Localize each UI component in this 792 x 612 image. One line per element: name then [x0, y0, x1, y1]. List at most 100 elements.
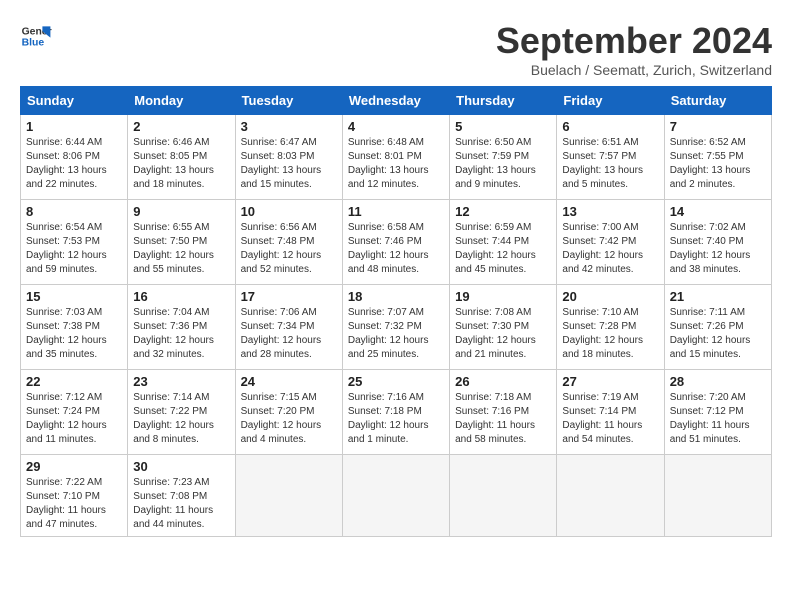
calendar-cell: 26 Sunrise: 7:18 AM Sunset: 7:16 PM Dayli… — [450, 370, 557, 455]
calendar-cell — [235, 455, 342, 537]
calendar-cell — [450, 455, 557, 537]
title-block: September 2024 Buelach / Seematt, Zurich… — [496, 20, 772, 78]
day-number: 1 — [26, 119, 122, 134]
day-number: 19 — [455, 289, 551, 304]
week-row-4: 22 Sunrise: 7:12 AM Sunset: 7:24 PM Dayli… — [21, 370, 772, 455]
day-info: Sunrise: 6:47 AM Sunset: 8:03 PM Dayligh… — [241, 136, 337, 192]
calendar-cell: 18 Sunrise: 7:07 AM Sunset: 7:32 PM Dayli… — [342, 285, 449, 370]
day-number: 8 — [26, 204, 122, 219]
calendar-cell: 30 Sunrise: 7:23 AM Sunset: 7:08 PM Dayli… — [128, 455, 235, 537]
calendar-cell: 5Sunrise: 6:50 AM Sunset: 7:59 PM Daylig… — [450, 115, 557, 200]
calendar-cell: 7Sunrise: 6:52 AM Sunset: 7:55 PM Daylig… — [664, 115, 771, 200]
day-number: 25 — [348, 374, 444, 389]
day-number: 27 — [562, 374, 658, 389]
calendar-cell: 11 Sunrise: 6:58 AM Sunset: 7:46 PM Dayli… — [342, 200, 449, 285]
day-number: 12 — [455, 204, 551, 219]
calendar-table: SundayMondayTuesdayWednesdayThursdayFrid… — [20, 86, 772, 537]
weekday-header-row: SundayMondayTuesdayWednesdayThursdayFrid… — [21, 87, 772, 115]
day-info: Sunrise: 7:00 AM Sunset: 7:42 PM Dayligh… — [562, 221, 658, 277]
svg-text:Blue: Blue — [22, 38, 45, 49]
day-info: Sunrise: 6:52 AM Sunset: 7:55 PM Dayligh… — [670, 136, 766, 192]
day-number: 4 — [348, 119, 444, 134]
day-number: 10 — [241, 204, 337, 219]
month-title: September 2024 — [496, 20, 772, 62]
weekday-header-friday: Friday — [557, 87, 664, 115]
day-number: 28 — [670, 374, 766, 389]
calendar-cell — [664, 455, 771, 537]
day-info: Sunrise: 7:16 AM Sunset: 7:18 PM Dayligh… — [348, 391, 444, 447]
day-info: Sunrise: 6:54 AM Sunset: 7:53 PM Dayligh… — [26, 221, 122, 277]
day-number: 18 — [348, 289, 444, 304]
day-number: 2 — [133, 119, 229, 134]
day-info: Sunrise: 6:48 AM Sunset: 8:01 PM Dayligh… — [348, 136, 444, 192]
day-info: Sunrise: 7:20 AM Sunset: 7:12 PM Dayligh… — [670, 391, 766, 447]
calendar-cell: 19 Sunrise: 7:08 AM Sunset: 7:30 PM Dayli… — [450, 285, 557, 370]
calendar-cell: 6Sunrise: 6:51 AM Sunset: 7:57 PM Daylig… — [557, 115, 664, 200]
calendar-cell: 2 Sunrise: 6:46 AM Sunset: 8:05 PM Daylig… — [128, 115, 235, 200]
day-number: 13 — [562, 204, 658, 219]
day-number: 5 — [455, 119, 551, 134]
calendar-cell: 3 Sunrise: 6:47 AM Sunset: 8:03 PM Daylig… — [235, 115, 342, 200]
day-number: 3 — [241, 119, 337, 134]
calendar-cell: 23Sunrise: 7:14 AM Sunset: 7:22 PM Dayli… — [128, 370, 235, 455]
calendar-cell: 28 Sunrise: 7:20 AM Sunset: 7:12 PM Dayli… — [664, 370, 771, 455]
day-info: Sunrise: 7:08 AM Sunset: 7:30 PM Dayligh… — [455, 306, 551, 362]
calendar-cell: 9Sunrise: 6:55 AM Sunset: 7:50 PM Daylig… — [128, 200, 235, 285]
day-number: 11 — [348, 204, 444, 219]
day-number: 23 — [133, 374, 229, 389]
day-info: Sunrise: 7:07 AM Sunset: 7:32 PM Dayligh… — [348, 306, 444, 362]
calendar-cell — [557, 455, 664, 537]
day-number: 20 — [562, 289, 658, 304]
calendar-cell: 14Sunrise: 7:02 AM Sunset: 7:40 PM Dayli… — [664, 200, 771, 285]
day-info: Sunrise: 6:46 AM Sunset: 8:05 PM Dayligh… — [133, 136, 229, 192]
day-number: 26 — [455, 374, 551, 389]
calendar-cell: 17Sunrise: 7:06 AM Sunset: 7:34 PM Dayli… — [235, 285, 342, 370]
weekday-header-tuesday: Tuesday — [235, 87, 342, 115]
logo: General Blue — [20, 20, 52, 52]
day-info: Sunrise: 7:03 AM Sunset: 7:38 PM Dayligh… — [26, 306, 122, 362]
day-info: Sunrise: 7:23 AM Sunset: 7:08 PM Dayligh… — [133, 476, 229, 532]
day-info: Sunrise: 7:18 AM Sunset: 7:16 PM Dayligh… — [455, 391, 551, 447]
calendar-cell: 24 Sunrise: 7:15 AM Sunset: 7:20 PM Dayli… — [235, 370, 342, 455]
day-info: Sunrise: 7:12 AM Sunset: 7:24 PM Dayligh… — [26, 391, 122, 447]
day-info: Sunrise: 7:06 AM Sunset: 7:34 PM Dayligh… — [241, 306, 337, 362]
day-number: 21 — [670, 289, 766, 304]
page-header: General Blue September 2024 Buelach / Se… — [20, 20, 772, 78]
week-row-2: 8 Sunrise: 6:54 AM Sunset: 7:53 PM Daylig… — [21, 200, 772, 285]
day-number: 6 — [562, 119, 658, 134]
calendar-cell: 29Sunrise: 7:22 AM Sunset: 7:10 PM Dayli… — [21, 455, 128, 537]
day-number: 9 — [133, 204, 229, 219]
day-info: Sunrise: 7:04 AM Sunset: 7:36 PM Dayligh… — [133, 306, 229, 362]
calendar-cell: 20 Sunrise: 7:10 AM Sunset: 7:28 PM Dayli… — [557, 285, 664, 370]
calendar-cell: 12 Sunrise: 6:59 AM Sunset: 7:44 PM Dayli… — [450, 200, 557, 285]
day-info: Sunrise: 7:15 AM Sunset: 7:20 PM Dayligh… — [241, 391, 337, 447]
day-info: Sunrise: 6:44 AM Sunset: 8:06 PM Dayligh… — [26, 136, 122, 192]
day-info: Sunrise: 6:59 AM Sunset: 7:44 PM Dayligh… — [455, 221, 551, 277]
day-info: Sunrise: 7:10 AM Sunset: 7:28 PM Dayligh… — [562, 306, 658, 362]
calendar-cell: 13 Sunrise: 7:00 AM Sunset: 7:42 PM Dayli… — [557, 200, 664, 285]
day-info: Sunrise: 6:58 AM Sunset: 7:46 PM Dayligh… — [348, 221, 444, 277]
calendar-cell: 8 Sunrise: 6:54 AM Sunset: 7:53 PM Daylig… — [21, 200, 128, 285]
week-row-5: 29Sunrise: 7:22 AM Sunset: 7:10 PM Dayli… — [21, 455, 772, 537]
location-subtitle: Buelach / Seematt, Zurich, Switzerland — [496, 62, 772, 78]
day-info: Sunrise: 7:11 AM Sunset: 7:26 PM Dayligh… — [670, 306, 766, 362]
calendar-cell: 25 Sunrise: 7:16 AM Sunset: 7:18 PM Dayli… — [342, 370, 449, 455]
day-info: Sunrise: 6:56 AM Sunset: 7:48 PM Dayligh… — [241, 221, 337, 277]
day-info: Sunrise: 7:02 AM Sunset: 7:40 PM Dayligh… — [670, 221, 766, 277]
day-number: 16 — [133, 289, 229, 304]
day-number: 24 — [241, 374, 337, 389]
day-number: 29 — [26, 459, 122, 474]
calendar-cell: 1 Sunrise: 6:44 AM Sunset: 8:06 PM Daylig… — [21, 115, 128, 200]
calendar-cell: 4 Sunrise: 6:48 AM Sunset: 8:01 PM Daylig… — [342, 115, 449, 200]
day-number: 30 — [133, 459, 229, 474]
day-number: 15 — [26, 289, 122, 304]
calendar-cell: 15 Sunrise: 7:03 AM Sunset: 7:38 PM Dayli… — [21, 285, 128, 370]
weekday-header-saturday: Saturday — [664, 87, 771, 115]
day-number: 22 — [26, 374, 122, 389]
logo-icon: General Blue — [20, 20, 52, 52]
calendar-cell: 22 Sunrise: 7:12 AM Sunset: 7:24 PM Dayli… — [21, 370, 128, 455]
calendar-cell: 10 Sunrise: 6:56 AM Sunset: 7:48 PM Dayli… — [235, 200, 342, 285]
week-row-1: 1 Sunrise: 6:44 AM Sunset: 8:06 PM Daylig… — [21, 115, 772, 200]
weekday-header-wednesday: Wednesday — [342, 87, 449, 115]
day-info: Sunrise: 7:19 AM Sunset: 7:14 PM Dayligh… — [562, 391, 658, 447]
